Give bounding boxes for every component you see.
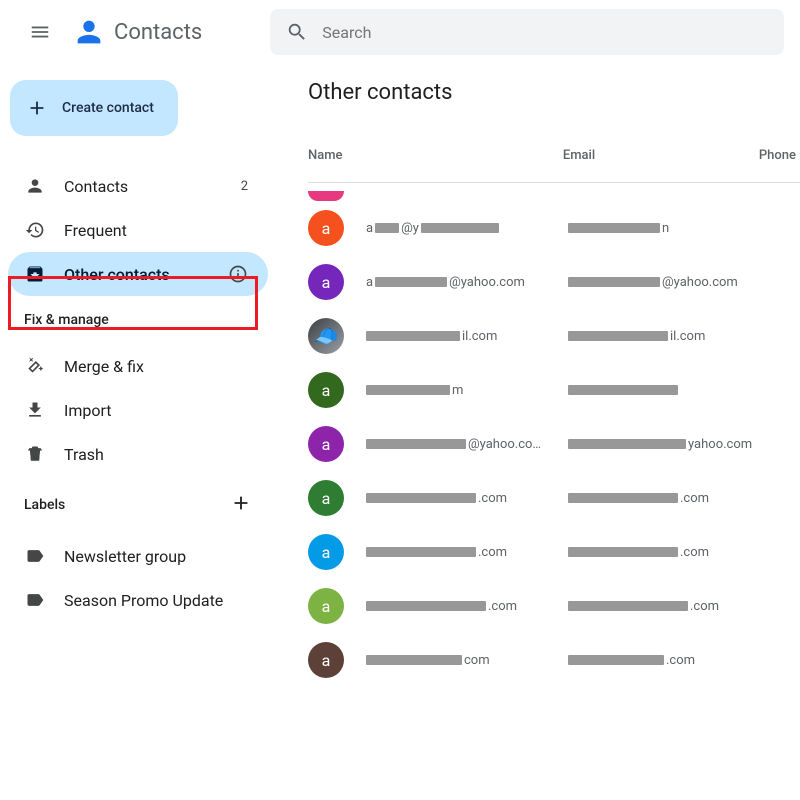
col-header-email[interactable]: Email (563, 148, 759, 163)
label-icon (25, 546, 45, 566)
main-panel: Other contacts Name Email Phone aa@ynaa@… (280, 64, 800, 687)
col-header-phone[interactable]: Phone (759, 148, 800, 163)
contacts-table: Name Email Phone aa@ynaa@yahoo.com@yahoo… (308, 129, 800, 687)
table-row[interactable]: a.com.com (308, 525, 800, 579)
sidebar-item-frequent[interactable]: Frequent (8, 208, 268, 252)
avatar: a (308, 210, 344, 246)
table-row[interactable]: il.comil.com (308, 309, 800, 363)
plus-icon (26, 97, 48, 119)
main-menu-button[interactable] (16, 8, 64, 56)
avatar: a (308, 264, 344, 300)
table-header: Name Email Phone (308, 129, 800, 183)
partial-row (308, 183, 800, 201)
create-label-button[interactable] (230, 492, 252, 518)
app-logo[interactable]: Contacts (72, 15, 202, 49)
table-row[interactable]: aa@yahoo.com@yahoo.com (308, 255, 800, 309)
sidebar-item-other-contacts[interactable]: Other contacts (8, 252, 268, 296)
history-icon (25, 220, 45, 240)
table-row[interactable]: am (308, 363, 800, 417)
contacts-logo-icon (72, 15, 106, 49)
app-title: Contacts (114, 20, 202, 45)
person-icon (25, 176, 45, 196)
archive-icon (25, 264, 45, 284)
search-input[interactable] (322, 23, 768, 42)
label-icon (25, 590, 45, 610)
avatar: a (308, 588, 344, 624)
plus-icon (230, 492, 252, 514)
sidebar-item-label: Trash (64, 445, 104, 464)
avatar (308, 318, 344, 354)
sidebar-item-label: Import (64, 401, 112, 420)
app-header: Contacts (0, 0, 800, 64)
info-button[interactable] (228, 264, 248, 284)
avatar: a (308, 426, 344, 462)
labels-heading: Labels (8, 476, 268, 530)
avatar-sliver (308, 191, 344, 201)
avatar: a (308, 480, 344, 516)
sidebar-item-label: Newsletter group (64, 547, 186, 566)
fix-manage-heading: Fix & manage (8, 296, 268, 340)
search-icon (286, 21, 308, 43)
page-title: Other contacts (308, 80, 800, 105)
table-row[interactable]: a.com.com (308, 471, 800, 525)
avatar: a (308, 642, 344, 678)
table-row[interactable]: a@yahoo.co…yahoo.com (308, 417, 800, 471)
sidebar-item-label: Merge & fix (64, 357, 144, 376)
table-row[interactable]: a.com.com (308, 579, 800, 633)
table-row[interactable]: aa@yn (308, 201, 800, 255)
create-contact-label: Create contact (62, 100, 154, 116)
col-header-name[interactable]: Name (308, 148, 563, 163)
sidebar-item-contacts[interactable]: Contacts 2 (8, 164, 268, 208)
avatar: a (308, 534, 344, 570)
sidebar-item-label: Contacts (64, 177, 128, 196)
create-contact-button[interactable]: Create contact (10, 80, 178, 136)
sidebar-item-label: Season Promo Update (64, 591, 223, 610)
table-row[interactable]: acom.com (308, 633, 800, 687)
sidebar-item-label: Frequent (64, 221, 127, 240)
info-icon (228, 264, 248, 284)
label-item[interactable]: Newsletter group (8, 534, 268, 578)
table-body: aa@ynaa@yahoo.com@yahoo.comil.comil.coma… (308, 201, 800, 687)
sidebar-item-merge-fix[interactable]: Merge & fix (8, 344, 268, 388)
search-bar[interactable] (270, 9, 784, 55)
avatar: a (308, 372, 344, 408)
trash-icon (25, 444, 45, 464)
sidebar-item-trash[interactable]: Trash (8, 432, 268, 476)
contacts-count: 2 (241, 179, 248, 194)
labels-list: Newsletter group Season Promo Update (8, 534, 268, 622)
labels-heading-text: Labels (24, 497, 65, 513)
sidebar-item-import[interactable]: Import (8, 388, 268, 432)
hamburger-icon (29, 21, 51, 43)
label-item[interactable]: Season Promo Update (8, 578, 268, 622)
sidebar: Create contact Contacts 2 Frequent Other… (0, 64, 280, 687)
wand-icon (25, 356, 45, 376)
sidebar-item-label: Other contacts (64, 265, 170, 284)
download-icon (25, 400, 45, 420)
